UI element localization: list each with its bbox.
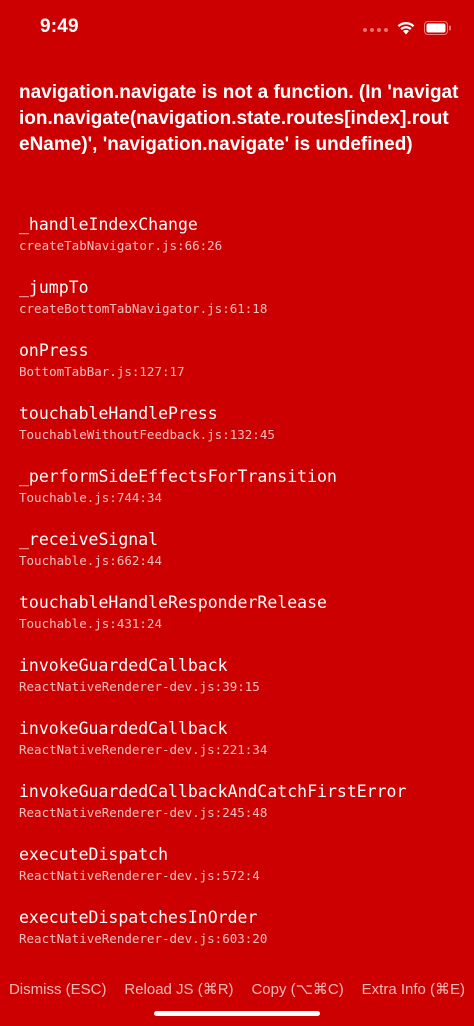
stack-frame[interactable]: invokeGuardedCallback ReactNativeRendere…: [19, 655, 464, 718]
stack-frame-file: Touchable.js:744:34: [19, 490, 162, 505]
stack-frame[interactable]: touchableHandlePress TouchableWithoutFee…: [19, 403, 464, 466]
stack-frame-file: ReactNativeRenderer-dev.js:221:34: [19, 742, 268, 757]
stack-frame[interactable]: executeDispatch ReactNativeRenderer-dev.…: [19, 844, 464, 907]
stack-frame-method: touchableHandlePress: [19, 404, 218, 423]
redbox-footer: Dismiss (ESC) Reload JS (⌘R) Copy (⌥⌘C) …: [0, 974, 474, 1004]
stack-frame-file: TouchableWithoutFeedback.js:132:45: [19, 427, 275, 442]
stack-frame[interactable]: touchableHandleResponderRelease Touchabl…: [19, 592, 464, 655]
stack-trace: _handleIndexChange createTabNavigator.js…: [19, 214, 464, 970]
reload-js-button[interactable]: Reload JS (⌘R): [124, 980, 233, 998]
stack-frame[interactable]: invokeGuardedCallbackAndCatchFirstError …: [19, 781, 464, 844]
home-indicator[interactable]: [154, 1011, 320, 1016]
stack-frame-file: ReactNativeRenderer-dev.js:603:20: [19, 931, 268, 946]
extra-info-button[interactable]: Extra Info (⌘E): [362, 980, 465, 998]
error-message: navigation.navigate is not a function. (…: [19, 82, 459, 155]
stack-frame[interactable]: _jumpTo createBottomTabNavigator.js:61:1…: [19, 277, 464, 340]
status-icons: [363, 20, 452, 40]
stack-frame-file: Touchable.js:431:24: [19, 616, 162, 631]
dismiss-button[interactable]: Dismiss (ESC): [9, 981, 107, 998]
copy-button[interactable]: Copy (⌥⌘C): [251, 980, 343, 998]
wifi-icon: [396, 20, 416, 40]
stack-frame[interactable]: executeDispatchesInOrder ReactNativeRend…: [19, 907, 464, 970]
stack-frame-method: onPress: [19, 341, 89, 360]
stack-frame-method: executeDispatchesInOrder: [19, 908, 258, 927]
stack-frame-file: ReactNativeRenderer-dev.js:245:48: [19, 805, 268, 820]
stack-frame-file: createBottomTabNavigator.js:61:18: [19, 301, 268, 316]
stack-frame-method: _receiveSignal: [19, 530, 159, 549]
cellular-signal-icon: [363, 28, 388, 32]
stack-frame-file: Touchable.js:662:44: [19, 553, 162, 568]
status-bar: 9:49: [0, 0, 474, 60]
stack-frame-file: ReactNativeRenderer-dev.js:572:4: [19, 868, 260, 883]
stack-frame-file: BottomTabBar.js:127:17: [19, 364, 185, 379]
status-time: 9:49: [40, 16, 79, 37]
stack-frame[interactable]: invokeGuardedCallback ReactNativeRendere…: [19, 718, 464, 781]
stack-frame[interactable]: _handleIndexChange createTabNavigator.js…: [19, 214, 464, 277]
stack-frame-file: ReactNativeRenderer-dev.js:39:15: [19, 679, 260, 694]
stack-frame-method: _performSideEffectsForTransition: [19, 467, 337, 486]
stack-frame-method: _handleIndexChange: [19, 215, 198, 234]
stack-frame-method: touchableHandleResponderRelease: [19, 593, 327, 612]
stack-frame[interactable]: _performSideEffectsForTransition Touchab…: [19, 466, 464, 529]
stack-frame-file: createTabNavigator.js:66:26: [19, 238, 223, 253]
stack-frame-method: invokeGuardedCallback: [19, 656, 228, 675]
stack-frame-method: invokeGuardedCallbackAndCatchFirstError: [19, 782, 407, 801]
stack-frame-method: invokeGuardedCallback: [19, 719, 228, 738]
stack-frame[interactable]: _receiveSignal Touchable.js:662:44: [19, 529, 464, 592]
stack-frame-method: _jumpTo: [19, 278, 89, 297]
stack-frame[interactable]: onPress BottomTabBar.js:127:17: [19, 340, 464, 403]
stack-frame-method: executeDispatch: [19, 845, 169, 864]
battery-icon: [424, 20, 452, 40]
